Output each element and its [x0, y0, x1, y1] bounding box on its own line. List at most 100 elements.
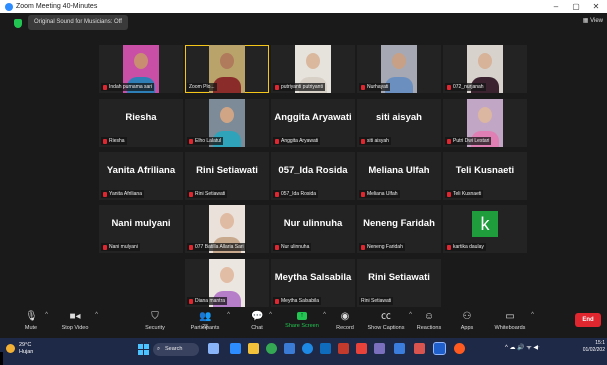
participant-tile[interactable]: Diana mantra: [185, 259, 269, 307]
maximize-button[interactable]: ▢: [567, 0, 585, 13]
participant-tile[interactable]: Riesha Riesha: [99, 99, 183, 147]
participants-icon: 👥23: [199, 311, 212, 331]
chat-button[interactable]: 💬 ^ Chat: [248, 308, 272, 338]
system-tray[interactable]: ^ ☁ 🔊 ᯤ ◀ᐧ: [505, 343, 540, 351]
cc-icon: ㏄: [381, 311, 391, 322]
participant-tile[interactable]: 072_nurjanah: [443, 45, 527, 93]
pdf-taskbar-icon[interactable]: [414, 343, 425, 354]
stop-video-button[interactable]: ■◂ ^ Stop Video: [58, 308, 98, 338]
participant-face: [306, 53, 320, 69]
participant-tile[interactable]: k kartika daulay: [443, 205, 527, 253]
participant-label-text: Elho Lalatul: [195, 138, 222, 144]
show-captions-button[interactable]: ㏄ ^ Show Captions: [366, 308, 413, 338]
participant-tile[interactable]: Putri Dwi Lestari: [443, 99, 527, 147]
muted-mic-icon: [361, 191, 365, 197]
participant-label-text: Yanita Afriliana: [109, 191, 142, 197]
end-meeting-button[interactable]: End: [575, 313, 601, 327]
participant-tile[interactable]: Rini Setiawati Rini Setiawati: [185, 152, 269, 200]
muted-mic-icon: [275, 191, 279, 197]
chevron-up-icon[interactable]: ^: [531, 312, 534, 318]
participant-name: Yanita Afriliana: [106, 165, 176, 176]
chevron-up-icon[interactable]: ^: [45, 312, 48, 318]
participant-label-text: Rini Setiawati: [361, 298, 392, 304]
participant-name: Rini Setiawati: [196, 165, 258, 176]
firefox-taskbar-icon[interactable]: [454, 343, 465, 354]
participant-tile[interactable]: Teli Kusnaeti Teli Kusnaeti: [443, 152, 527, 200]
participant-label: Zoom Plo...: [187, 83, 217, 91]
participant-label: Diana mantra: [187, 297, 228, 305]
participant-label: siti aisyah: [359, 137, 391, 145]
participant-tile[interactable]: Meliana Ulfah Meliana Ulfah: [357, 152, 441, 200]
participant-tile[interactable]: Rini Setiawati Rini Setiawati: [357, 259, 441, 307]
share-screen-button[interactable]: ↑ ^ Share Screen: [284, 308, 326, 338]
app-taskbar-icon[interactable]: [356, 343, 367, 354]
participant-tile[interactable]: Meytha Salsabila Meytha Salsabila: [271, 259, 355, 307]
participant-tile[interactable]: Anggita Aryawati Anggita Aryawati: [271, 99, 355, 147]
participant-tile[interactable]: Nur ulinnuha Nur ulinnuha: [271, 205, 355, 253]
chrome-taskbar-icon[interactable]: [266, 343, 277, 354]
close-button[interactable]: ✕: [587, 0, 605, 13]
word-taskbar-icon[interactable]: [394, 343, 405, 354]
minimize-button[interactable]: –: [547, 0, 565, 13]
view-button[interactable]: ▦ View: [583, 17, 603, 24]
office-taskbar-icon[interactable]: [338, 343, 349, 354]
participants-button[interactable]: 👥23 ^ Participants: [186, 308, 230, 338]
chevron-up-icon[interactable]: ^: [227, 312, 230, 318]
mute-button[interactable]: 🎙 ^ Mute: [20, 308, 48, 338]
taskbar-search-box[interactable]: ⌕ Search: [153, 343, 199, 356]
participant-name: Nani mulyani: [111, 218, 171, 229]
security-button[interactable]: ⛉ Security: [140, 308, 170, 338]
participant-label-text: Rini Setiawati: [195, 191, 226, 197]
muted-mic-icon: [447, 84, 451, 90]
participant-tile[interactable]: Neneng Faridah Neneng Faridah: [357, 205, 441, 253]
security-label: Security: [145, 325, 165, 331]
participant-label-text: Zoom Plo...: [189, 84, 215, 90]
chevron-up-icon[interactable]: ^: [409, 312, 412, 318]
share-screen-label: Share Screen: [285, 323, 319, 329]
participant-tile[interactable]: 077 Batilla Allaria Sari: [185, 205, 269, 253]
file-explorer-taskbar-icon[interactable]: [208, 343, 219, 354]
participant-label: kartika daulay: [445, 243, 486, 251]
participant-tile[interactable]: Elho Lalatul: [185, 99, 269, 147]
weather-widget[interactable]: 29°C Hujan: [6, 342, 33, 356]
participant-label: 077 Batilla Allaria Sari: [187, 243, 246, 251]
participant-tile[interactable]: Yanita Afriliana Yanita Afriliana: [99, 152, 183, 200]
edge-taskbar-icon[interactable]: [302, 343, 313, 354]
windows-start-icon[interactable]: [138, 344, 149, 355]
whiteboards-button[interactable]: ▭ ^ Whiteboards: [492, 308, 534, 338]
chevron-up-icon[interactable]: ^: [269, 312, 272, 318]
store-taskbar-icon[interactable]: [284, 343, 295, 354]
participant-label-text: putriyanti putriyanti: [281, 84, 323, 90]
taskbar-clock[interactable]: 15:1 01/02/202: [583, 340, 605, 354]
muted-mic-icon: [361, 244, 365, 250]
folder-taskbar-icon[interactable]: [248, 343, 259, 354]
participant-tile[interactable]: siti aisyah siti aisyah: [357, 99, 441, 147]
mail-taskbar-icon[interactable]: [320, 343, 331, 354]
participant-name: Anggita Aryawati: [274, 112, 352, 123]
participant-tile[interactable]: Zoom Plo...: [185, 45, 269, 93]
photos-taskbar-icon[interactable]: [374, 343, 385, 354]
encryption-shield-icon[interactable]: [14, 19, 22, 28]
participant-name: siti aisyah: [376, 112, 422, 123]
zoom-window: Zoom Meeting 40-Minutes – ▢ ✕ Original S…: [0, 0, 607, 365]
chevron-up-icon[interactable]: ^: [95, 312, 98, 318]
apps-button[interactable]: ⚇ Apps: [456, 308, 478, 338]
participant-tile[interactable]: Indah purnama sari: [99, 45, 183, 93]
participant-name: Meliana Ulfah: [368, 165, 430, 176]
record-button[interactable]: ◉ Record: [334, 308, 356, 338]
muted-mic-icon: [275, 138, 279, 144]
participant-tile[interactable]: putriyanti putriyanti: [271, 45, 355, 93]
participant-label: Neneng Faridah: [359, 243, 405, 251]
zoom-taskbar-icon[interactable]: [230, 343, 241, 354]
participant-tile[interactable]: 057_Ida Rosida 057_Ida Rosida: [271, 152, 355, 200]
participant-label-text: 072_nurjanah: [453, 84, 484, 90]
original-sound-pill[interactable]: Original Sound for Musicians: Off: [28, 15, 128, 30]
chat-label: Chat: [251, 325, 263, 331]
participant-tile[interactable]: Nani mulyani Nani mulyani: [99, 205, 183, 253]
reactions-button[interactable]: ☺ Reactions: [414, 308, 444, 338]
active-app-taskbar-icon[interactable]: [433, 342, 446, 355]
weather-desc: Hujan: [19, 349, 34, 355]
chevron-up-icon[interactable]: ^: [323, 312, 326, 318]
participant-tile[interactable]: Nurhayati: [357, 45, 441, 93]
participant-label: Rini Setiawati: [187, 190, 228, 198]
